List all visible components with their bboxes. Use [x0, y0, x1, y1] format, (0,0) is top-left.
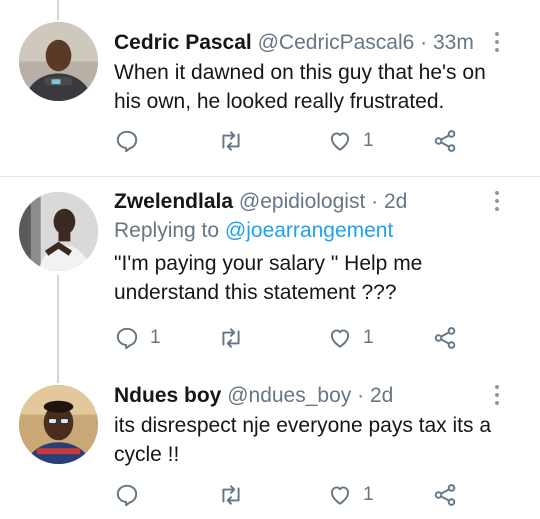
- display-name[interactable]: Ndues boy: [114, 384, 221, 407]
- tweet-text-line: its disrespect nje everyone pays tax its…: [114, 414, 492, 437]
- timestamp[interactable]: 2d: [370, 384, 393, 407]
- reply-icon: [116, 484, 138, 507]
- reply-icon: [116, 327, 138, 350]
- reply-icon: [116, 130, 138, 153]
- share-icon: [434, 130, 456, 152]
- replying-to: Replying to @joearrangement: [114, 217, 526, 245]
- tweet-text: its disrespect nje everyone pays tax its…: [114, 411, 526, 469]
- share-button[interactable]: [432, 323, 458, 353]
- like-button[interactable]: 1: [327, 126, 374, 156]
- share-icon: [434, 327, 456, 349]
- tweet-text-line: When it dawned on this guy that he's on: [114, 61, 486, 84]
- separator: ·: [365, 190, 384, 213]
- like-button[interactable]: 1: [327, 323, 374, 353]
- tweet-text: When it dawned on this guy that he's on …: [114, 58, 526, 116]
- tweet-text-line: understand this statement ???: [114, 281, 397, 304]
- more-vertical-icon[interactable]: [494, 191, 500, 211]
- replying-to-label: Replying to: [114, 219, 220, 242]
- display-name[interactable]: Cedric Pascal: [114, 31, 252, 54]
- user-handle[interactable]: @CedricPascal6: [258, 31, 415, 54]
- like-count: 1: [363, 130, 374, 151]
- user-handle[interactable]: @epidiologist: [239, 190, 365, 213]
- reply-button[interactable]: 1: [114, 323, 161, 353]
- separator: ·: [351, 384, 370, 407]
- more-vertical-icon[interactable]: [494, 385, 500, 405]
- heart-icon: [330, 329, 350, 348]
- retweet-button[interactable]: [218, 126, 254, 156]
- avatar-ndues-boy[interactable]: [19, 385, 98, 464]
- timestamp[interactable]: 2d: [384, 190, 407, 213]
- tweet-text-line: "I'm paying your salary " Help me: [114, 252, 423, 275]
- tweet-text: "I'm paying your salary " Help me unders…: [114, 249, 526, 307]
- reply-button[interactable]: [114, 480, 150, 510]
- share-button[interactable]: [432, 480, 458, 510]
- heart-icon: [330, 132, 350, 151]
- display-name[interactable]: Zwelendlala: [114, 190, 233, 213]
- tweet-actions: 1: [114, 126, 494, 156]
- tweet-3[interactable]: Ndues boy @ndues_boy · 2d its disrespect…: [0, 372, 540, 519]
- reply-count: 1: [150, 327, 161, 348]
- share-icon: [434, 484, 456, 506]
- tweet-header: Zwelendlala @epidiologist · 2d: [114, 189, 526, 215]
- replying-to-handle[interactable]: @joearrangement: [225, 219, 393, 242]
- tweet-actions: 1 1: [114, 323, 494, 353]
- separator: ·: [414, 31, 433, 54]
- like-count: 1: [363, 484, 374, 505]
- avatar-zwelendlala[interactable]: [19, 192, 98, 271]
- more-vertical-icon[interactable]: [494, 32, 500, 52]
- tweet-2[interactable]: Zwelendlala @epidiologist · 2d Replying …: [0, 177, 540, 365]
- tweet-1[interactable]: Cedric Pascal @CedricPascal6 · 33m When …: [0, 0, 540, 176]
- share-button[interactable]: [432, 126, 458, 156]
- retweet-button[interactable]: [218, 480, 254, 510]
- like-count: 1: [363, 327, 374, 348]
- tweet-text-line: his own, he looked really frustrated.: [114, 90, 445, 113]
- retweet-icon: [222, 485, 240, 505]
- avatar-cedric[interactable]: [19, 22, 98, 101]
- tweet-text-line: cycle !!: [114, 443, 180, 466]
- retweet-button[interactable]: [218, 323, 254, 353]
- user-handle[interactable]: @ndues_boy: [227, 384, 351, 407]
- heart-icon: [330, 486, 350, 505]
- tweet-actions: 1: [114, 480, 494, 510]
- like-button[interactable]: 1: [327, 480, 374, 510]
- reply-button[interactable]: [114, 126, 150, 156]
- retweet-icon: [222, 328, 240, 348]
- timestamp[interactable]: 33m: [433, 31, 474, 54]
- retweet-icon: [222, 131, 240, 151]
- tweet-header: Cedric Pascal @CedricPascal6 · 33m: [114, 30, 526, 56]
- tweet-header: Ndues boy @ndues_boy · 2d: [114, 383, 526, 409]
